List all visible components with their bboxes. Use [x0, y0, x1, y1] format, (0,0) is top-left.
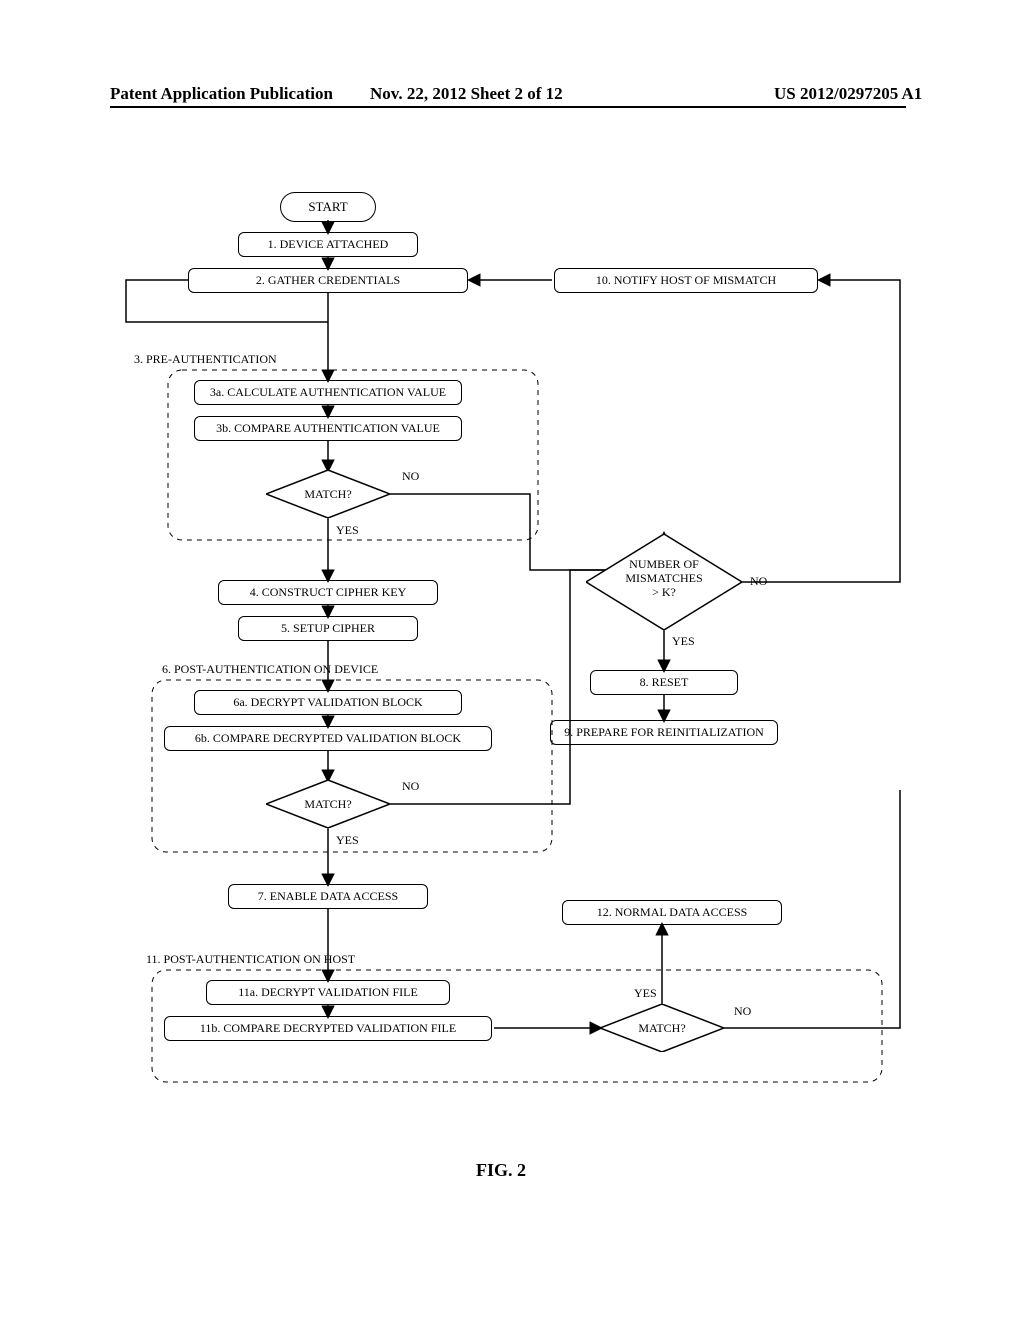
- decision-k-no: NO: [750, 574, 767, 589]
- step-6a: 6a. DECRYPT VALIDATION BLOCK: [194, 690, 462, 715]
- start-terminal: START: [280, 192, 376, 222]
- decision-6-yes: YES: [336, 833, 359, 848]
- step-3a: 3a. CALCULATE AUTHENTICATION VALUE: [194, 380, 462, 405]
- step-8: 8. RESET: [590, 670, 738, 695]
- step-3b: 3b. COMPARE AUTHENTICATION VALUE: [194, 416, 462, 441]
- step-6b: 6b. COMPARE DECRYPTED VALIDATION BLOCK: [164, 726, 492, 751]
- step-10: 10. NOTIFY HOST OF MISMATCH: [554, 268, 818, 293]
- group-6-label: 6. POST-AUTHENTICATION ON DEVICE: [162, 662, 378, 677]
- header-rule: [110, 106, 906, 108]
- step-2: 2. GATHER CREDENTIALS: [188, 268, 468, 293]
- decision-6-no: NO: [402, 779, 419, 794]
- step-1: 1. DEVICE ATTACHED: [238, 232, 418, 257]
- group-3-label: 3. PRE-AUTHENTICATION: [134, 352, 277, 367]
- decision-6-text: MATCH?: [298, 797, 358, 812]
- flowchart: START 1. DEVICE ATTACHED 2. GATHER CREDE…: [110, 190, 914, 1150]
- step-5: 5. SETUP CIPHER: [238, 616, 418, 641]
- step-9: 9. PREPARE FOR REINITIALIZATION: [550, 720, 778, 745]
- decision-11-yes: YES: [634, 986, 657, 1001]
- group-11-label: 11. POST-AUTHENTICATION ON HOST: [146, 952, 355, 967]
- header-left: Patent Application Publication: [110, 84, 333, 104]
- step-11b: 11b. COMPARE DECRYPTED VALIDATION FILE: [164, 1016, 492, 1041]
- decision-11-text: MATCH?: [632, 1021, 692, 1036]
- header-mid: Nov. 22, 2012 Sheet 2 of 12: [370, 84, 563, 104]
- decision-3-text: MATCH?: [298, 487, 358, 502]
- decision-3-yes: YES: [336, 523, 359, 538]
- figure-label: FIG. 2: [476, 1160, 526, 1181]
- header-right: US 2012/0297205 A1: [774, 84, 922, 104]
- decision-11-no: NO: [734, 1004, 751, 1019]
- decision-k-yes: YES: [672, 634, 695, 649]
- step-7: 7. ENABLE DATA ACCESS: [228, 884, 428, 909]
- decision-3-no: NO: [402, 469, 419, 484]
- step-12: 12. NORMAL DATA ACCESS: [562, 900, 782, 925]
- step-11a: 11a. DECRYPT VALIDATION FILE: [206, 980, 450, 1005]
- step-4: 4. CONSTRUCT CIPHER KEY: [218, 580, 438, 605]
- decision-k-text: NUMBER OF MISMATCHES > K?: [616, 558, 712, 599]
